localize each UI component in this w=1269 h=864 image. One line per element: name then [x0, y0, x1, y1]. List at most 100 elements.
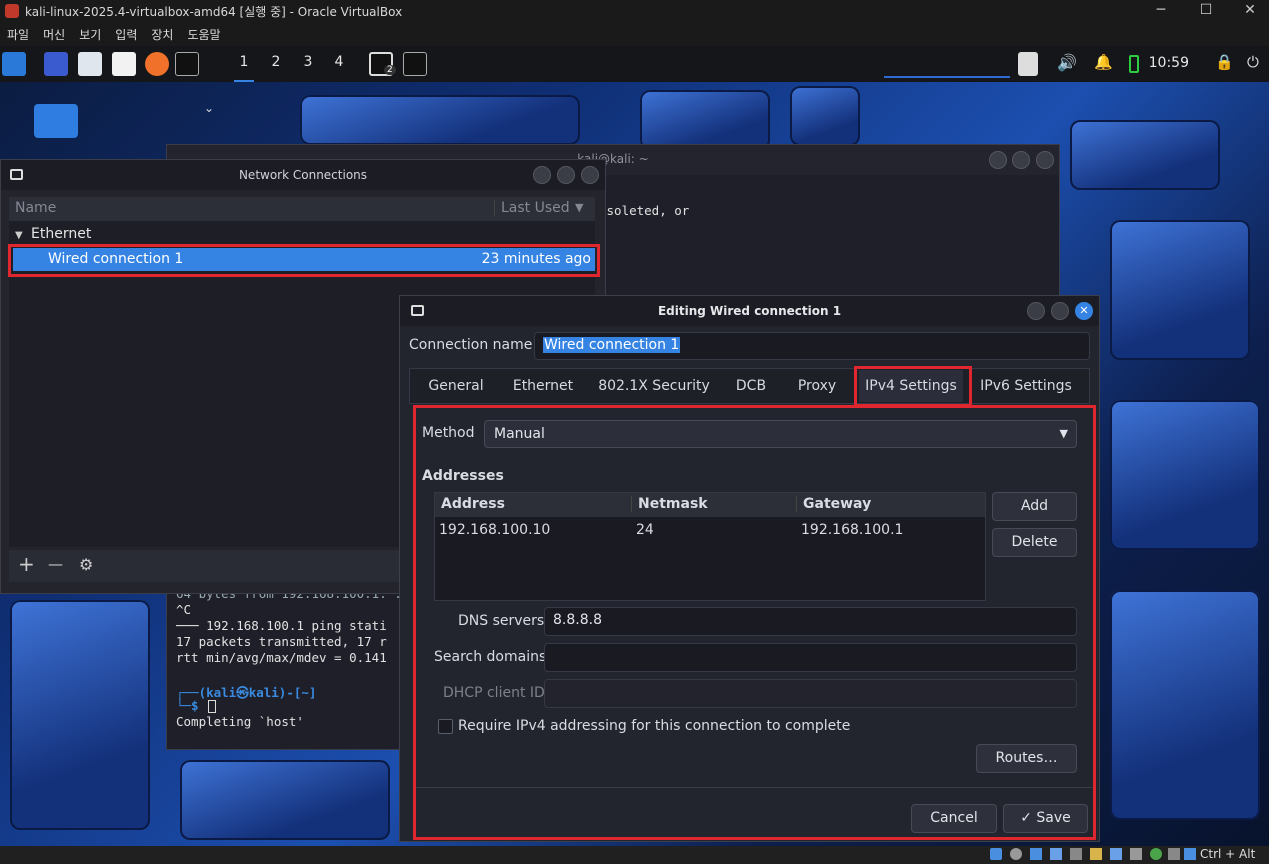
gear-icon[interactable]: ⚙ [79, 555, 93, 574]
wallpaper-cube [1110, 220, 1250, 360]
wallpaper-cube [790, 86, 860, 146]
virtualbox-status-bar: Ctrl + Alt [0, 846, 1269, 864]
terminal-line: 17 packets transmitted, 17 r [176, 634, 387, 649]
tab-general[interactable]: General [418, 370, 494, 402]
file-manager-icon[interactable] [78, 52, 102, 76]
nc-maximize-button[interactable] [557, 166, 575, 184]
network-connections-title-bar: Network Connections [1, 160, 605, 190]
logout-icon[interactable]: ⏻ [1247, 53, 1259, 71]
menu-file[interactable]: 파일 [7, 26, 29, 43]
mouse-integration-icon [1168, 848, 1180, 860]
virtualbox-icon [5, 4, 19, 18]
terminal-minimize-button[interactable] [989, 151, 1007, 169]
tab-proxy[interactable]: Proxy [786, 370, 848, 402]
wallpaper-cube [1110, 400, 1260, 550]
home-folder-icon[interactable] [34, 104, 78, 138]
usb-icon [1070, 848, 1082, 860]
task-count-badge: 2 [384, 65, 396, 75]
network-icon [1050, 848, 1062, 860]
window-menu-icon[interactable] [411, 305, 424, 316]
close-button[interactable]: ✕ [1227, 0, 1269, 22]
window-title: kali-linux-2025.4-virtualbox-amd64 [실행 중… [25, 4, 403, 19]
workspace-2[interactable]: 2 [266, 54, 286, 70]
chevron-down-icon[interactable]: ⌄ [204, 101, 214, 115]
column-name[interactable]: Name [15, 200, 56, 216]
wallpaper-cube [180, 760, 390, 840]
connection-name-value: Wired connection 1 [543, 337, 681, 353]
dialog-minimize-button[interactable] [1027, 302, 1045, 320]
shared-folder-icon [1090, 848, 1102, 860]
dialog-maximize-button[interactable] [1051, 302, 1069, 320]
kali-menu-icon[interactable] [2, 52, 26, 76]
workspace-4[interactable]: 4 [329, 54, 349, 70]
group-ethernet: Ethernet [31, 226, 92, 242]
wallpaper-cube [1070, 120, 1220, 190]
menu-help[interactable]: 도움말 [187, 26, 220, 43]
terminal-maximize-button[interactable] [1012, 151, 1030, 169]
panel-clock[interactable]: 10:59 [1149, 55, 1189, 71]
show-desktop-icon[interactable] [44, 52, 68, 76]
tab-ethernet[interactable]: Ethernet [504, 370, 582, 402]
connection-name-field[interactable]: Wired connection 1 [534, 332, 1090, 360]
highlight-box [413, 405, 1096, 840]
workspace-3[interactable]: 3 [298, 54, 318, 70]
terminal-icon[interactable] [175, 52, 199, 76]
battery-icon[interactable] [1129, 55, 1139, 73]
menu-devices[interactable]: 장치 [151, 26, 173, 43]
editing-dialog-title: Editing Wired connection 1 [657, 304, 842, 318]
add-connection-button[interactable]: + [18, 552, 35, 576]
display-icon[interactable] [1018, 52, 1038, 76]
text-editor-icon[interactable] [112, 52, 136, 76]
remove-connection-button[interactable]: — [48, 555, 63, 573]
virtualbox-menu-bar: 파일 머신 보기 입력 장치 도움말 [0, 22, 1269, 46]
wallpaper-cube [10, 600, 150, 830]
firefox-icon[interactable] [145, 52, 169, 76]
optical-drive-icon [1010, 848, 1022, 860]
sort-chevron-icon: ▼ [575, 201, 584, 214]
wallpaper-cube [1110, 590, 1260, 820]
recording-icon [1130, 848, 1142, 860]
highlight-box [854, 366, 972, 407]
network-connections-title: Network Connections [238, 168, 368, 182]
menu-input[interactable]: 입력 [115, 26, 137, 43]
audio-icon [1030, 848, 1042, 860]
terminal-line: Completing `host' [176, 714, 304, 729]
wallpaper-cube [300, 95, 580, 145]
workspace-1[interactable]: 1 [234, 54, 254, 82]
keyboard-capture-icon [1184, 848, 1196, 860]
editing-dialog-title-bar: Editing Wired connection 1 [400, 296, 1099, 326]
wallpaper-cube [640, 90, 770, 150]
maximize-button[interactable]: ☐ [1183, 0, 1229, 22]
tab-ipv6-settings[interactable]: IPv6 Settings [974, 370, 1078, 402]
terminal-close-button[interactable] [1036, 151, 1054, 169]
group-expander-icon[interactable]: ▼ [15, 230, 23, 241]
connection-name-label: Connection name [409, 337, 533, 353]
nc-minimize-button[interactable] [533, 166, 551, 184]
terminal-line: ─── 192.168.100.1 ping stati [176, 618, 387, 633]
terminal-line: rtt min/avg/max/mdev = 0.141 [176, 650, 387, 665]
kali-top-panel: ⌄ 1 2 3 4 2 🔊 🔔 10:59 🔒 ⏻ [0, 46, 1269, 115]
window-menu-icon[interactable] [10, 169, 23, 180]
menu-view[interactable]: 보기 [79, 26, 101, 43]
highlight-box [8, 244, 600, 277]
terminal-line: bsoleted, or [599, 203, 690, 218]
dialog-close-button[interactable]: ✕ [1075, 302, 1093, 320]
volume-icon[interactable]: 🔊 [1057, 53, 1077, 72]
minimize-button[interactable]: ─ [1138, 0, 1184, 22]
host-key-label: Ctrl + Alt [1200, 847, 1256, 861]
cpu-graph [884, 52, 1010, 78]
menu-machine[interactable]: 머신 [43, 26, 65, 43]
bell-icon[interactable]: 🔔 [1094, 53, 1113, 71]
display-icon [1110, 848, 1122, 860]
tab-8021x-security[interactable]: 802.1X Security [592, 370, 716, 402]
terminal-cursor [208, 700, 216, 713]
terminal-task-icon[interactable] [403, 52, 427, 76]
lock-icon[interactable]: 🔒 [1215, 53, 1234, 71]
terminal-line: ^C [176, 602, 192, 617]
nc-close-button[interactable] [581, 166, 599, 184]
column-last-used[interactable]: Last Used [494, 200, 570, 216]
tab-dcb[interactable]: DCB [728, 370, 774, 402]
cpu-icon [1150, 848, 1162, 860]
terminal-prompt-bottom: └─$ [176, 698, 207, 713]
list-header: Name Last Used ▼ [9, 197, 595, 221]
